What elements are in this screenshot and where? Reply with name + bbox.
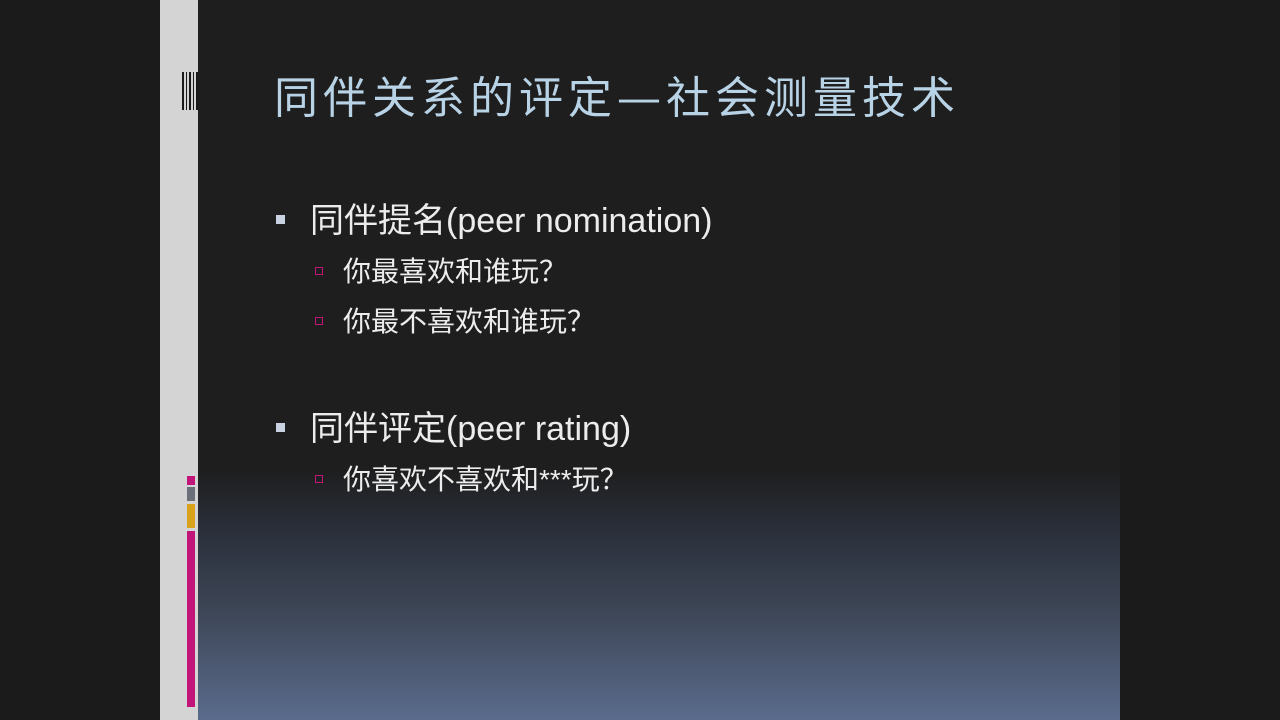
sub-bullet: 你最喜欢和谁玩？ bbox=[315, 250, 567, 290]
accent-bar-magenta-long bbox=[187, 531, 195, 707]
screen: 同伴关系的评定—社会测量技术 同伴提名(peer nomination) 你最喜… bbox=[0, 0, 1280, 720]
sub-bullet: 你喜欢不喜欢和***玩？ bbox=[315, 458, 628, 498]
slide-title: 同伴关系的评定—社会测量技术 bbox=[274, 73, 960, 124]
hollow-square-bullet-icon bbox=[315, 474, 323, 483]
sub-bullet-text: 你喜欢不喜欢和***玩？ bbox=[343, 464, 628, 495]
sub-bullet-text: 你最不喜欢和谁玩？ bbox=[343, 306, 596, 337]
sub-bullet: 你最不喜欢和谁玩？ bbox=[315, 300, 595, 340]
barcode-decoration bbox=[182, 72, 198, 110]
accent-bar-gold bbox=[187, 504, 195, 528]
hollow-square-bullet-icon bbox=[315, 316, 323, 325]
bullet-text: 同伴评定(peer rating) bbox=[310, 410, 632, 448]
slide: 同伴关系的评定—社会测量技术 同伴提名(peer nomination) 你最喜… bbox=[160, 0, 1120, 720]
bullet-peer-rating: 同伴评定(peer rating) bbox=[276, 401, 631, 450]
square-bullet-icon bbox=[276, 214, 285, 224]
bullet-text: 同伴提名(peer nomination) bbox=[310, 202, 713, 240]
sub-bullet-text: 你最喜欢和谁玩？ bbox=[343, 256, 568, 287]
square-bullet-icon bbox=[276, 422, 285, 432]
left-decor-strip bbox=[160, 0, 198, 720]
hollow-square-bullet-icon bbox=[315, 266, 323, 275]
bullet-peer-nomination: 同伴提名(peer nomination) bbox=[276, 193, 712, 242]
accent-bar-magenta-small bbox=[187, 476, 195, 485]
accent-bar-gray bbox=[187, 487, 195, 501]
